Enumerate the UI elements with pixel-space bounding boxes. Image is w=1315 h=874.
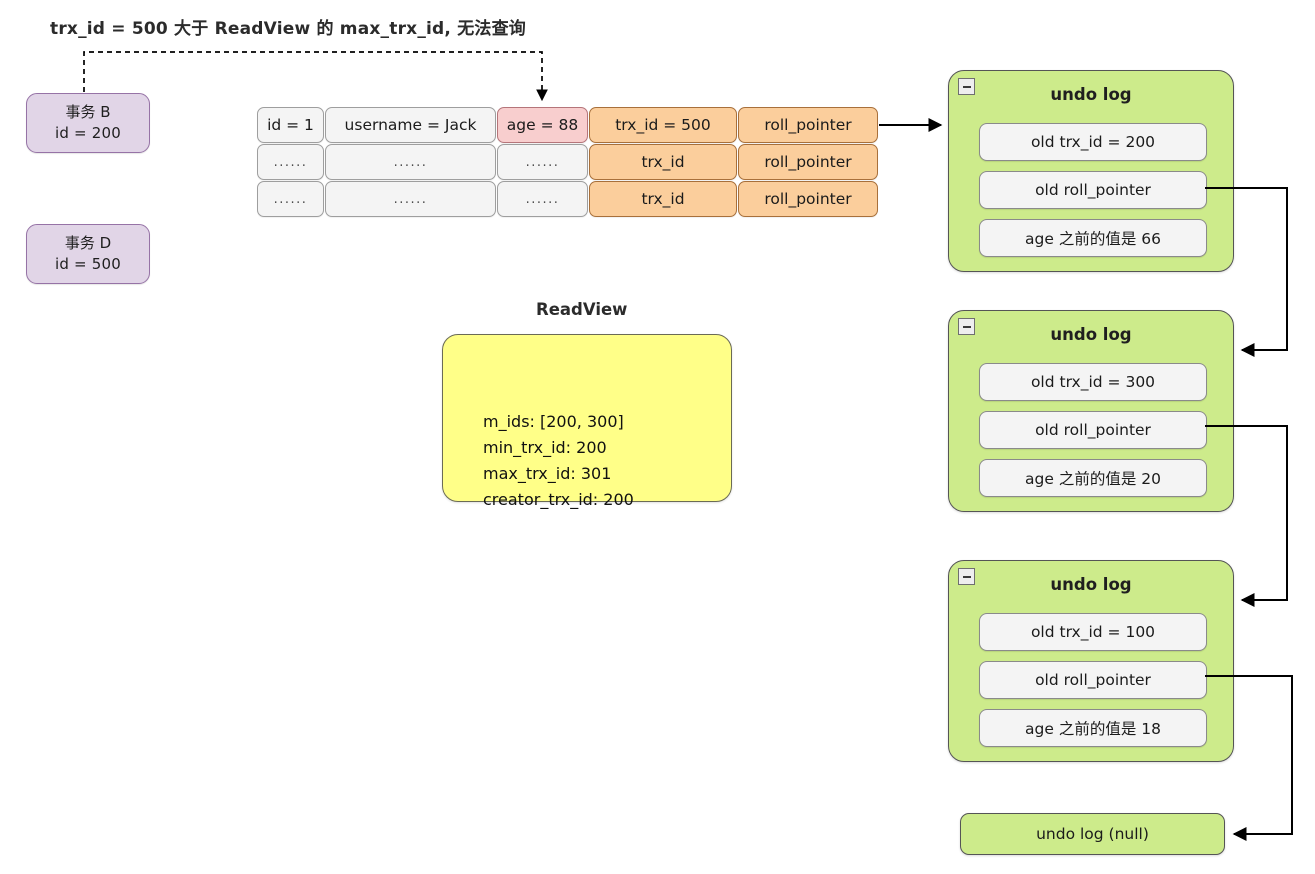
- record-cell-username-3[interactable]: ......: [325, 181, 496, 217]
- undo-log-null-block[interactable]: undo log (null): [960, 813, 1225, 855]
- record-cell-trxid[interactable]: trx_id = 500: [589, 107, 737, 143]
- record-cell-age-2[interactable]: ......: [497, 144, 588, 180]
- record-cell-age[interactable]: age = 88: [497, 107, 588, 143]
- record-cell-id[interactable]: id = 1: [257, 107, 324, 143]
- readview-min-trx-id: min_trx_id: 200: [483, 437, 607, 457]
- record-cell-rollpointer[interactable]: roll_pointer: [738, 107, 878, 143]
- undo-log-block-3[interactable]: undo log old trx_id = 100 old roll_point…: [948, 560, 1234, 762]
- record-cell-trxid-3[interactable]: trx_id: [589, 181, 737, 217]
- record-cell-rollpointer-3[interactable]: roll_pointer: [738, 181, 878, 217]
- record-cell-id-2[interactable]: ......: [257, 144, 324, 180]
- record-cell-trxid-2[interactable]: trx_id: [589, 144, 737, 180]
- undo-log-1-old-age[interactable]: age 之前的值是 66: [979, 219, 1207, 257]
- undo-log-3-old-roll-pointer[interactable]: old roll_pointer: [979, 661, 1207, 699]
- record-cell-id-3[interactable]: ......: [257, 181, 324, 217]
- transaction-b-name: 事务 B: [65, 102, 111, 121]
- undo-log-3-old-age[interactable]: age 之前的值是 18: [979, 709, 1207, 747]
- undo-log-block-2[interactable]: undo log old trx_id = 300 old roll_point…: [948, 310, 1234, 512]
- undo-log-1-title: undo log: [1050, 85, 1132, 104]
- transaction-box-b[interactable]: 事务 B id = 200: [26, 93, 150, 153]
- dashed-connector-txnb-to-age: [83, 51, 548, 102]
- undo-log-2-old-roll-pointer[interactable]: old roll_pointer: [979, 411, 1207, 449]
- transaction-d-name: 事务 D: [64, 233, 112, 252]
- readview-fields: m_ids: [200, 300] min_trx_id: 200 max_tr…: [483, 409, 634, 513]
- diagram-canvas: trx_id = 500 大于 ReadView 的 max_trx_id, 无…: [0, 0, 1315, 874]
- transaction-b-id: id = 200: [54, 124, 122, 142]
- undo-log-3-old-trx-id[interactable]: old trx_id = 100: [979, 613, 1207, 651]
- record-cell-rollpointer-2[interactable]: roll_pointer: [738, 144, 878, 180]
- undo-log-block-1[interactable]: undo log old trx_id = 200 old roll_point…: [948, 70, 1234, 272]
- record-cell-username[interactable]: username = Jack: [325, 107, 496, 143]
- readview-max-trx-id: max_trx_id: 301: [483, 463, 612, 483]
- transaction-d-id: id = 500: [54, 255, 122, 273]
- undo-log-2-title: undo log: [1050, 325, 1132, 344]
- readview-label: ReadView: [536, 300, 628, 319]
- record-cell-username-2[interactable]: ......: [325, 144, 496, 180]
- undo-log-3-title: undo log: [1050, 575, 1132, 594]
- undo-log-1-old-trx-id[interactable]: old trx_id = 200: [979, 123, 1207, 161]
- readview-box[interactable]: m_ids: [200, 300] min_trx_id: 200 max_tr…: [442, 334, 732, 509]
- transaction-box-d[interactable]: 事务 D id = 500: [26, 224, 150, 284]
- note-text: trx_id = 500 大于 ReadView 的 max_trx_id, 无…: [50, 19, 526, 39]
- readview-m-ids: m_ids: [200, 300]: [483, 412, 624, 431]
- undo-log-2-old-trx-id[interactable]: old trx_id = 300: [979, 363, 1207, 401]
- undo-log-2-old-age[interactable]: age 之前的值是 20: [979, 459, 1207, 497]
- readview-creator-trx-id: creator_trx_id: 200: [483, 489, 634, 509]
- record-cell-age-3[interactable]: ......: [497, 181, 588, 217]
- undo-log-1-old-roll-pointer[interactable]: old roll_pointer: [979, 171, 1207, 209]
